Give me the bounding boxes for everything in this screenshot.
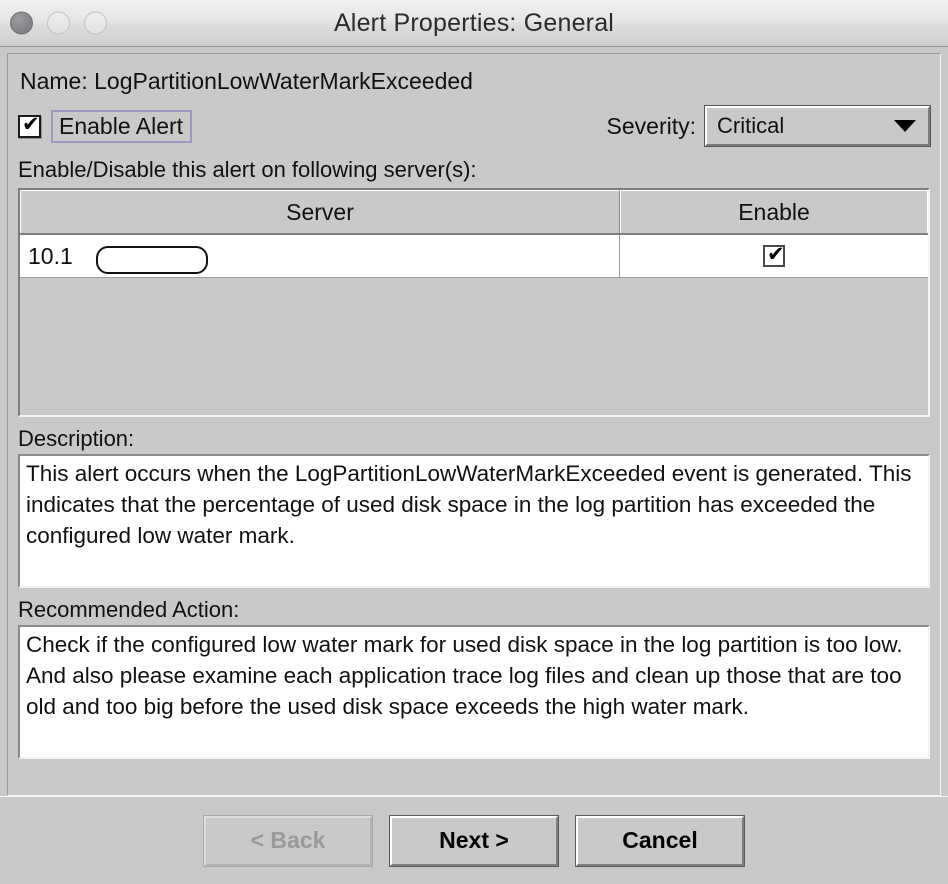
server-table-header: Server Enable bbox=[20, 190, 928, 235]
cancel-button[interactable]: Cancel bbox=[575, 814, 745, 867]
chevron-down-icon bbox=[894, 120, 916, 132]
recommended-action-label: Recommended Action: bbox=[18, 597, 240, 622]
back-button[interactable]: < Back bbox=[203, 814, 373, 867]
dialog-button-bar: < Back Next > Cancel bbox=[0, 796, 948, 884]
server-table-body: 10.1.XXX.XX.99 ✔ bbox=[20, 235, 928, 415]
window-title: Alert Properties: General bbox=[333, 8, 615, 37]
server-ip-prefix: 10.1 bbox=[28, 242, 73, 269]
alert-properties-dialog: Alert Properties: General Name: LogParti… bbox=[0, 0, 948, 884]
server-table: Server Enable 10.1.XXX.XX.99 bbox=[18, 188, 930, 417]
server-ip-wrapper: 10.1.XXX.XX.99 bbox=[28, 242, 208, 274]
severity-label: Severity: bbox=[606, 112, 696, 139]
enable-alert-checkbox[interactable]: ✔ bbox=[18, 111, 41, 138]
column-header-enable[interactable]: Enable bbox=[620, 190, 928, 233]
enable-alert-label[interactable]: Enable Alert bbox=[51, 109, 193, 143]
enable-alert-row: ✔ Enable Alert Severity: Critical bbox=[18, 105, 931, 147]
cell-server-address[interactable]: 10.1.XXX.XX.99 bbox=[20, 235, 620, 277]
content-panel: Name: LogPartitionLowWaterMarkExceeded ✔… bbox=[7, 53, 941, 796]
description-label: Description: bbox=[18, 426, 135, 451]
next-button[interactable]: Next > bbox=[389, 814, 559, 867]
cell-server-enabled[interactable]: ✔ bbox=[620, 235, 928, 277]
server-list-caption: Enable/Disable this alert on following s… bbox=[18, 157, 477, 182]
redaction-overlay-icon bbox=[96, 245, 208, 274]
severity-group: Severity: Critical bbox=[606, 105, 931, 147]
checkmark-icon: ✔ bbox=[22, 111, 40, 136]
alert-name-label: Name: LogPartitionLowWaterMarkExceeded bbox=[20, 68, 473, 94]
zoom-button-icon[interactable] bbox=[84, 11, 107, 35]
table-row[interactable]: 10.1.XXX.XX.99 ✔ bbox=[20, 235, 928, 278]
server-enable-checkbox[interactable]: ✔ bbox=[763, 242, 785, 267]
window-controls bbox=[10, 11, 107, 35]
severity-selected-value: Critical bbox=[717, 113, 785, 138]
severity-dropdown[interactable]: Critical bbox=[704, 105, 931, 147]
description-textarea[interactable]: This alert occurs when the LogPartitionL… bbox=[18, 454, 930, 588]
dialog-body: Name: LogPartitionLowWaterMarkExceeded ✔… bbox=[0, 47, 948, 796]
title-bar: Alert Properties: General bbox=[0, 0, 948, 47]
checkmark-icon: ✔ bbox=[767, 242, 785, 266]
column-header-server[interactable]: Server bbox=[20, 190, 620, 233]
minimize-button-icon[interactable] bbox=[47, 11, 70, 35]
recommended-action-textarea[interactable]: Check if the configured low water mark f… bbox=[18, 625, 930, 759]
close-button-icon[interactable] bbox=[10, 11, 33, 35]
